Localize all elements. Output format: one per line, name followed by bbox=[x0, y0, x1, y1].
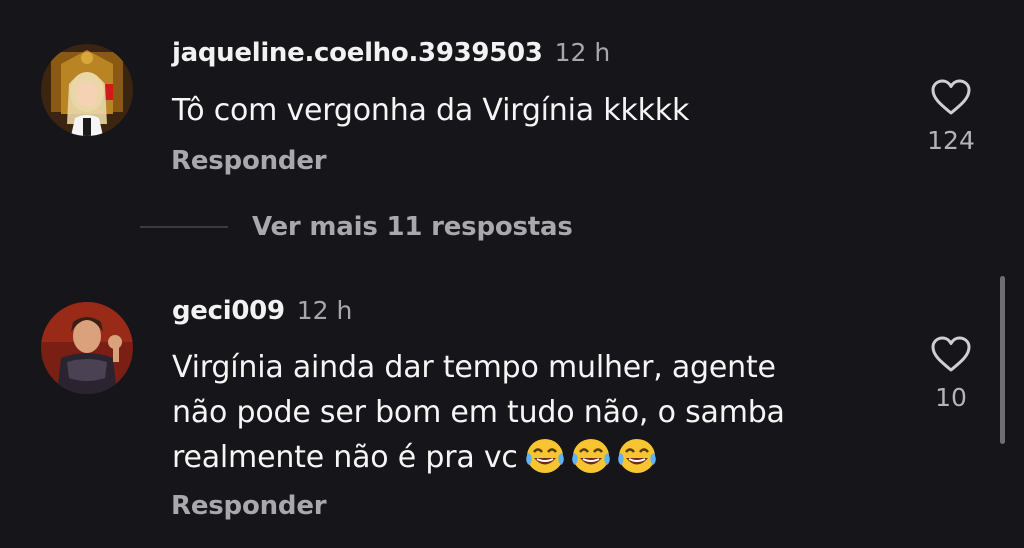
comment-text-line: Virgínia ainda dar tempo mulher, agente bbox=[172, 350, 776, 385]
face-with-tears-of-joy-icon bbox=[525, 439, 564, 473]
avatar[interactable] bbox=[41, 302, 133, 394]
comment-text-line: não pode ser bom em tudo não, o samba bbox=[172, 395, 785, 430]
emoji-group bbox=[524, 437, 658, 475]
username[interactable]: geci009 bbox=[172, 296, 285, 326]
comment-header: geci009 12 h bbox=[172, 296, 352, 326]
comment-text: Virgínia ainda dar tempo mulher, agente … bbox=[172, 345, 785, 480]
scrollbar[interactable] bbox=[1000, 276, 1005, 444]
heart-icon[interactable] bbox=[911, 78, 991, 116]
like-button[interactable]: 124 bbox=[911, 78, 991, 155]
like-count: 124 bbox=[927, 126, 975, 155]
avatar[interactable] bbox=[41, 44, 133, 136]
username[interactable]: jaqueline.coelho.3939503 bbox=[172, 38, 543, 68]
timestamp: 12 h bbox=[554, 38, 611, 67]
view-more-replies[interactable]: Ver mais 11 respostas bbox=[140, 212, 573, 242]
divider bbox=[140, 226, 228, 228]
reply-button[interactable]: Responder bbox=[171, 146, 327, 176]
comment-text-line: realmente não é pra vc bbox=[172, 435, 785, 480]
comment-header: jaqueline.coelho.3939503 12 h bbox=[172, 38, 610, 68]
face-with-tears-of-joy-icon bbox=[571, 439, 610, 473]
heart-icon[interactable] bbox=[911, 335, 991, 373]
reply-button[interactable]: Responder bbox=[171, 491, 327, 521]
comment-text: Tô com vergonha da Virgínia kkkkk bbox=[172, 93, 690, 128]
timestamp: 12 h bbox=[296, 296, 353, 325]
comment-text-line-text: realmente não é pra vc bbox=[172, 440, 518, 475]
like-count: 10 bbox=[935, 383, 967, 412]
face-with-tears-of-joy-icon bbox=[617, 439, 656, 473]
like-button[interactable]: 10 bbox=[911, 335, 991, 412]
view-more-replies-label[interactable]: Ver mais 11 respostas bbox=[252, 212, 573, 242]
